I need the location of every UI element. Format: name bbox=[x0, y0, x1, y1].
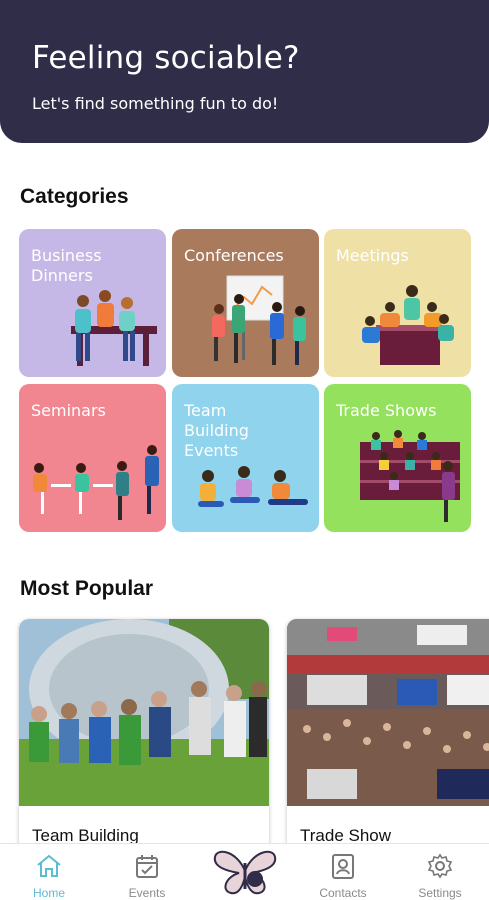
nav-events[interactable]: Events bbox=[107, 844, 187, 900]
category-label: Conferences bbox=[184, 246, 284, 265]
category-label: Team Building Events bbox=[184, 401, 249, 460]
most-popular-heading: Most Popular bbox=[20, 577, 154, 600]
contact-card-icon bbox=[332, 854, 354, 879]
categories-grid: Business Dinners Conferences Meetings Se… bbox=[0, 0, 489, 540]
category-tile-team-building-events[interactable]: Team Building Events bbox=[172, 384, 319, 532]
category-label: Seminars bbox=[31, 401, 106, 420]
team-building-photo bbox=[19, 619, 269, 806]
gear-icon bbox=[427, 853, 453, 879]
category-tile-trade-shows[interactable]: Trade Shows bbox=[324, 384, 471, 532]
category-tile-seminars[interactable]: Seminars bbox=[19, 384, 166, 532]
trade-show-photo bbox=[287, 619, 489, 806]
calendar-icon bbox=[136, 855, 158, 878]
popular-card-trade-show[interactable]: Trade Show bbox=[287, 619, 489, 859]
butterfly-logo[interactable] bbox=[209, 845, 281, 897]
nav-label: Home bbox=[32, 886, 65, 900]
nav-home[interactable]: Home bbox=[9, 844, 89, 900]
category-tile-conferences[interactable]: Conferences bbox=[172, 229, 319, 377]
category-tile-meetings[interactable]: Meetings bbox=[324, 229, 471, 377]
category-tile-business-dinners[interactable]: Business Dinners bbox=[19, 229, 166, 377]
nav-label: Settings bbox=[418, 886, 462, 900]
popular-card-team-building[interactable]: Team Building bbox=[19, 619, 269, 859]
nav-label: Contacts bbox=[319, 886, 367, 900]
category-label: Business Dinners bbox=[31, 246, 102, 285]
nav-settings[interactable]: Settings bbox=[400, 844, 480, 900]
category-label: Trade Shows bbox=[336, 401, 437, 420]
category-label: Meetings bbox=[336, 246, 409, 265]
nav-contacts[interactable]: Contacts bbox=[303, 844, 383, 900]
home-icon bbox=[37, 854, 61, 877]
nav-label: Events bbox=[128, 886, 166, 900]
